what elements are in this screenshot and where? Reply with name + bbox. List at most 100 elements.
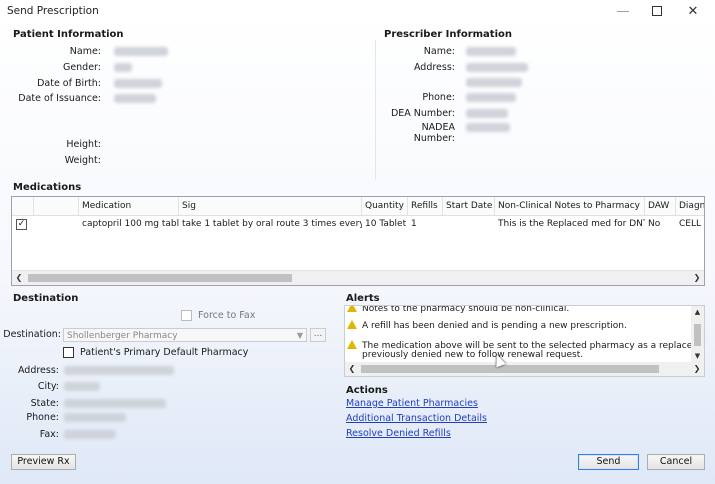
dest-address-value <box>64 366 174 375</box>
resolve-denied-refills-link[interactable]: Resolve Denied Refills <box>346 428 451 439</box>
minimize-icon: — <box>616 3 630 19</box>
cell-refills: 1 <box>411 219 417 229</box>
dest-state-value <box>64 399 166 408</box>
dest-city-label: City: <box>37 381 59 392</box>
alerts-list[interactable]: Notes to the pharmacy should be non-clin… <box>344 305 705 377</box>
alert-item: Notes to the pharmacy should be non-clin… <box>347 306 569 314</box>
maximize-icon <box>652 6 662 16</box>
grid-header-blank <box>34 197 79 215</box>
row-select-checkbox[interactable]: ✓ <box>16 219 27 230</box>
cell-start-date <box>443 216 495 232</box>
patient-gender-label: Gender: <box>62 62 101 73</box>
cell-quantity: 10 Tablet <box>365 219 407 229</box>
prescriber-dea-value <box>466 109 508 118</box>
prescriber-info-title: Prescriber Information <box>384 29 512 40</box>
grid-scroll-thumb[interactable] <box>28 274 292 282</box>
warning-icon <box>347 340 357 349</box>
dest-fax-label: Fax: <box>39 429 59 440</box>
patient-name-label: Name: <box>69 46 101 57</box>
additional-transaction-details-link[interactable]: Additional Transaction Details <box>346 413 487 424</box>
dest-address-label: Address: <box>17 365 59 376</box>
prescriber-nadea-value <box>466 123 510 132</box>
patient-issuance-value <box>114 94 156 103</box>
column-header-sig[interactable]: Sig <box>179 197 362 215</box>
scroll-right-icon[interactable]: ❯ <box>690 271 704 285</box>
column-header-refills[interactable]: Refills <box>408 197 443 215</box>
prescriber-address-value <box>466 63 528 72</box>
dest-state-label: State: <box>30 398 59 409</box>
alerts-title: Alerts <box>346 293 380 304</box>
warning-icon <box>347 320 357 329</box>
cell-sig: take 1 tablet by oral route 3 times ever… <box>182 219 362 229</box>
patient-weight-label: Weight: <box>64 155 101 166</box>
close-icon: ✕ <box>687 3 699 19</box>
prescriber-phone-value <box>466 93 516 102</box>
alerts-hscroll-thumb[interactable] <box>361 365 659 373</box>
destination-label: Destination: <box>3 329 61 340</box>
browse-pharmacy-button[interactable]: ... <box>310 328 326 342</box>
cell-daw: No <box>648 219 661 229</box>
prescriber-nadea-label: NADEA Number: <box>413 122 455 144</box>
medications-title: Medications <box>13 182 82 193</box>
force-to-fax-checkbox[interactable] <box>181 310 192 321</box>
column-header-quantity[interactable]: Quantity <box>362 197 408 215</box>
send-prescription-window: Send Prescription — ✕ Patient Informatio… <box>0 0 715 484</box>
cell-notes: This is the Replaced med for DNTF <box>498 219 645 229</box>
send-button[interactable]: Send <box>578 454 639 470</box>
scroll-left-icon[interactable]: ❮ <box>345 362 359 376</box>
scroll-left-icon[interactable]: ❮ <box>12 271 26 285</box>
patient-info-title: Patient Information <box>13 29 124 40</box>
minimize-button[interactable]: — <box>606 0 640 22</box>
chevron-down-icon: ▼ <box>296 331 303 340</box>
primary-pharmacy-option[interactable]: Patient's Primary Default Pharmacy <box>63 347 248 358</box>
close-button[interactable]: ✕ <box>676 0 710 22</box>
table-row[interactable]: ✓ captopril 100 mg tablet take 1 tablet … <box>12 216 704 232</box>
force-to-fax-label: Force to Fax <box>198 310 256 321</box>
patient-dob-label: Date of Birth: <box>37 78 101 89</box>
column-header-start-date[interactable]: Start Date <box>443 197 495 215</box>
prescriber-name-label: Name: <box>423 46 455 57</box>
cell-diagnosis: CELL <box>679 219 701 229</box>
force-to-fax-option[interactable]: Force to Fax <box>181 310 255 321</box>
patient-height-label: Height: <box>66 139 101 150</box>
prescriber-address-line2-value <box>466 78 522 87</box>
manage-patient-pharmacies-link[interactable]: Manage Patient Pharmacies <box>346 398 478 409</box>
prescriber-phone-label: Phone: <box>422 92 455 103</box>
dest-city-value <box>64 382 100 391</box>
column-header-medication[interactable]: Medication <box>79 197 179 215</box>
scroll-right-icon[interactable]: ❯ <box>690 362 704 376</box>
alert-item-continuation: previously denied new to follow renewal … <box>362 350 584 360</box>
cell-medication: captopril 100 mg tablet <box>82 219 179 229</box>
grid-header-row: Medication Sig Quantity Refills Start Da… <box>12 197 704 216</box>
alerts-horizontal-scrollbar[interactable]: ❮ ❯ <box>345 362 704 376</box>
dest-phone-value <box>64 413 126 422</box>
prescriber-dea-label: DEA Number: <box>390 108 455 119</box>
alerts-vertical-scrollbar[interactable]: ▲ ▼ <box>691 306 704 362</box>
warning-icon <box>347 306 357 312</box>
primary-pharmacy-label: Patient's Primary Default Pharmacy <box>80 347 249 358</box>
destination-select[interactable]: Shollenberger Pharmacy ▼ <box>63 328 307 342</box>
primary-pharmacy-checkbox[interactable] <box>63 347 74 358</box>
column-header-diagnosis[interactable]: Diagn <box>676 197 704 215</box>
dest-phone-label: Phone: <box>26 412 59 423</box>
actions-title: Actions <box>346 385 388 396</box>
prescriber-name-value <box>466 47 516 56</box>
scroll-up-icon[interactable]: ▲ <box>691 306 704 318</box>
section-divider <box>375 40 376 180</box>
title-bar: Send Prescription — ✕ <box>0 0 715 22</box>
scroll-down-icon[interactable]: ▼ <box>691 350 704 362</box>
medications-grid[interactable]: Medication Sig Quantity Refills Start Da… <box>11 196 705 286</box>
cancel-button[interactable]: Cancel <box>647 454 705 470</box>
destination-title: Destination <box>13 293 79 304</box>
destination-select-value: Shollenberger Pharmacy <box>67 331 178 341</box>
maximize-button[interactable] <box>640 0 674 22</box>
dest-fax-value <box>64 430 116 439</box>
grid-horizontal-scrollbar[interactable]: ❮ ❯ <box>12 270 704 285</box>
preview-rx-button[interactable]: Preview Rx <box>11 454 76 470</box>
column-header-notes[interactable]: Non-Clinical Notes to Pharmacy <box>495 197 645 215</box>
alert-item: A refill has been denied and is pending … <box>347 320 627 331</box>
patient-gender-value <box>114 63 132 72</box>
column-header-daw[interactable]: DAW <box>645 197 676 215</box>
window-title: Send Prescription <box>7 5 99 17</box>
alerts-vscroll-thumb[interactable] <box>694 324 701 346</box>
